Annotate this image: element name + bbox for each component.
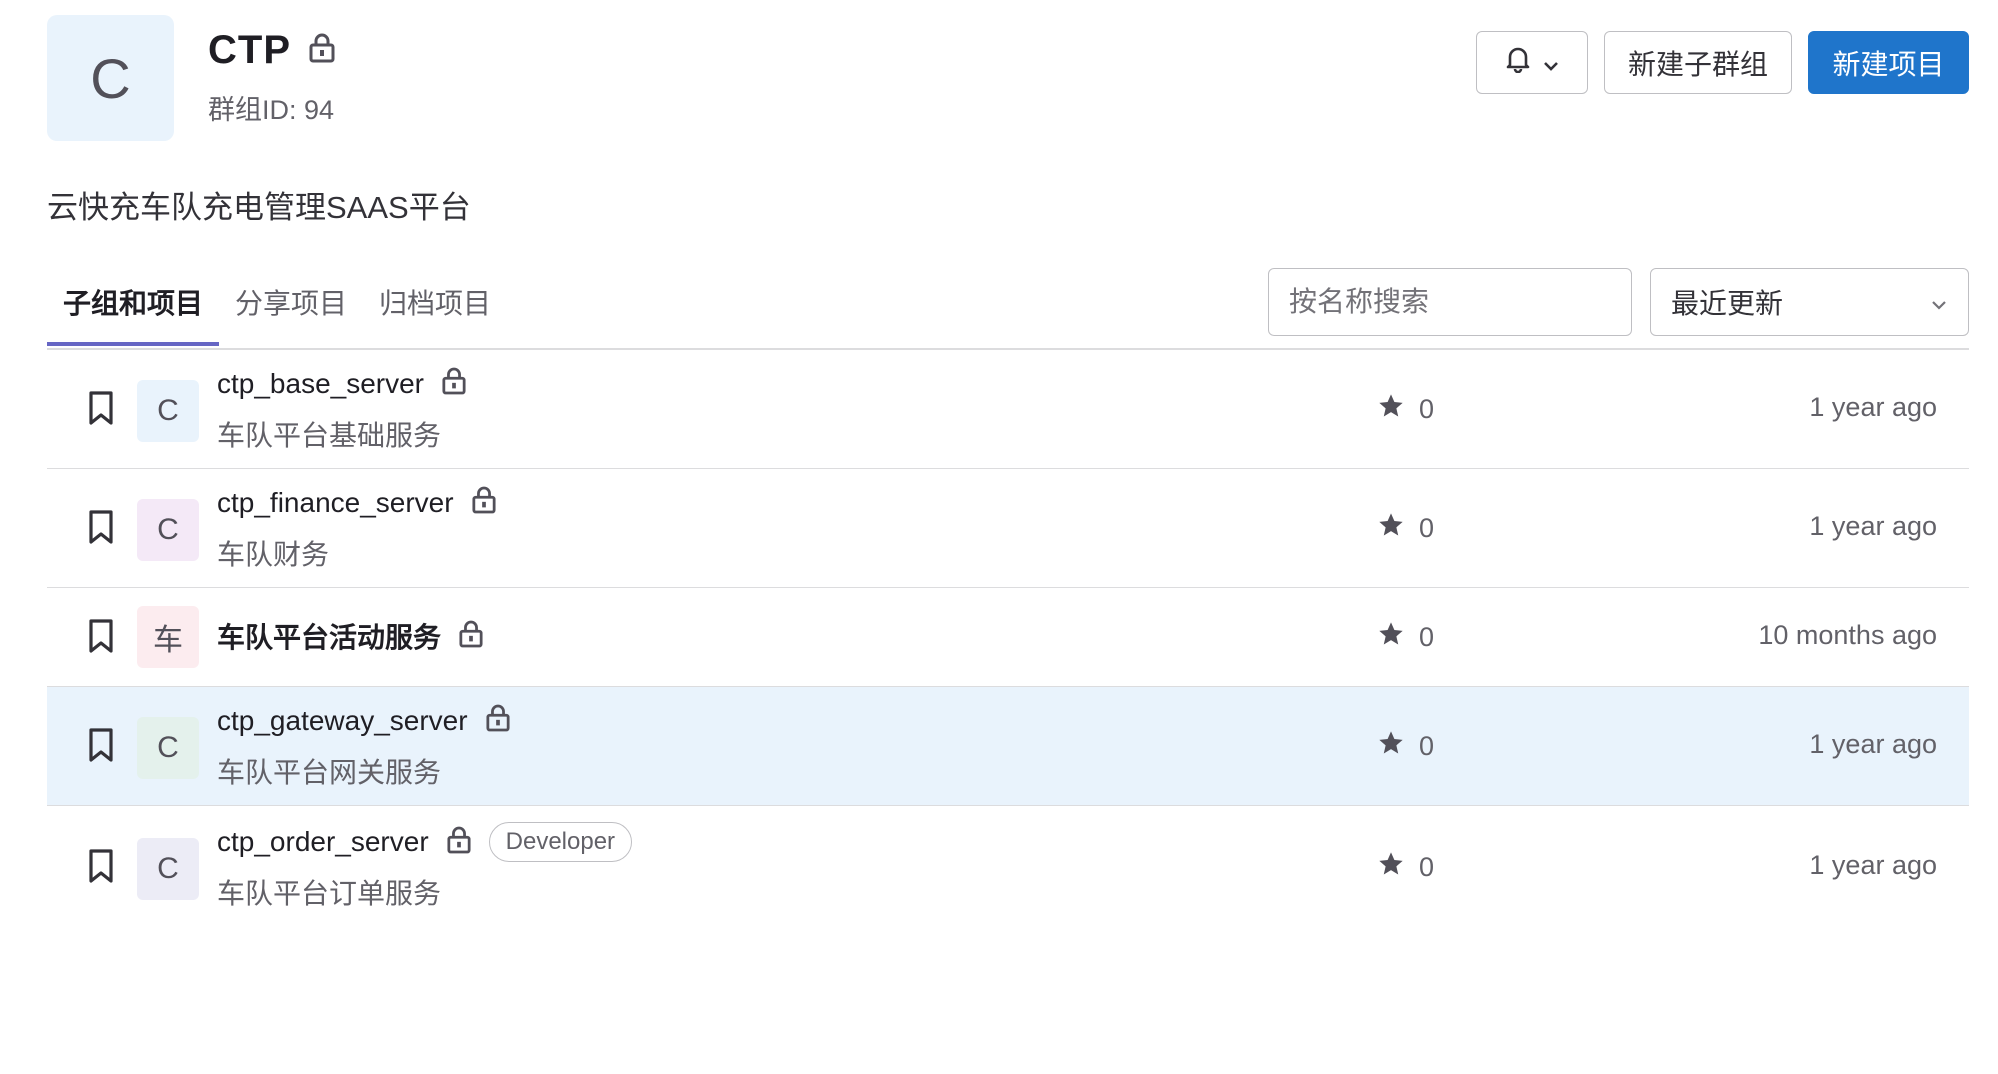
- project-description: 车队财务: [217, 539, 330, 570]
- lock-icon: [442, 366, 466, 401]
- group-description: 云快充车队充电管理SAAS平台: [47, 190, 471, 225]
- last-updated: 1 year ago: [1809, 511, 1937, 541]
- lock-icon: [447, 825, 471, 860]
- bookmark-icon[interactable]: [87, 618, 115, 659]
- chevron-down-icon: [1543, 47, 1559, 79]
- list-item[interactable]: C ctp_gateway_server 车队平台网关服务 0 1 year a…: [47, 687, 1969, 806]
- bookmark-icon[interactable]: [87, 727, 115, 768]
- star-count[interactable]: 0: [1377, 620, 1434, 655]
- new-subgroup-button[interactable]: 新建子群组: [1604, 31, 1792, 94]
- new-project-button[interactable]: 新建项目: [1808, 31, 1969, 94]
- search-input[interactable]: [1268, 268, 1632, 336]
- project-name[interactable]: ctp_base_server: [217, 368, 424, 400]
- project-name[interactable]: ctp_order_server: [217, 826, 429, 858]
- lock-icon: [486, 703, 510, 738]
- last-updated: 10 months ago: [1758, 620, 1937, 650]
- notification-dropdown-button[interactable]: [1476, 31, 1588, 94]
- project-list: C ctp_base_server 车队平台基础服务 0 1 year ago …: [47, 350, 1969, 926]
- star-icon: [1377, 511, 1405, 546]
- star-icon: [1377, 620, 1405, 655]
- tab-archived-projects[interactable]: 归档项目: [363, 262, 507, 346]
- list-item[interactable]: C ctp_finance_server 车队财务 0 1 year ago: [47, 469, 1969, 588]
- list-item[interactable]: 车 车队平台活动服务 0 10 months ago: [47, 588, 1969, 687]
- project-avatar: C: [137, 838, 199, 900]
- group-id: 群组ID: 94: [208, 95, 335, 125]
- bookmark-icon[interactable]: [87, 390, 115, 431]
- project-avatar: 车: [137, 606, 199, 668]
- role-badge: Developer: [488, 822, 633, 862]
- last-updated: 1 year ago: [1809, 392, 1937, 422]
- group-title: CTP: [208, 28, 335, 73]
- star-count[interactable]: 0: [1377, 729, 1434, 764]
- project-description: 车队平台基础服务: [217, 420, 442, 451]
- bookmark-icon[interactable]: [87, 848, 115, 889]
- bell-icon: [1505, 45, 1531, 80]
- project-name[interactable]: ctp_gateway_server: [217, 705, 468, 737]
- star-count[interactable]: 0: [1377, 850, 1434, 885]
- project-description: 车队平台订单服务: [217, 878, 442, 909]
- group-avatar: C: [47, 15, 174, 141]
- chevron-down-icon: [1930, 286, 1948, 318]
- project-description: 车队平台网关服务: [217, 757, 442, 788]
- project-name[interactable]: ctp_finance_server: [217, 487, 454, 519]
- project-avatar: C: [137, 499, 199, 561]
- tab-subgroups-and-projects[interactable]: 子组和项目: [47, 262, 220, 346]
- lock-icon: [459, 619, 483, 654]
- list-item[interactable]: C ctp_order_server Developer 车队平台订单服务 0 …: [47, 806, 1969, 926]
- project-avatar: C: [137, 717, 199, 779]
- tab-shared-projects[interactable]: 分享项目: [219, 262, 363, 346]
- star-icon: [1377, 729, 1405, 764]
- group-name[interactable]: CTP: [208, 28, 291, 73]
- star-count[interactable]: 0: [1377, 392, 1434, 427]
- star-icon: [1377, 392, 1405, 427]
- star-icon: [1377, 850, 1405, 885]
- list-item[interactable]: C ctp_base_server 车队平台基础服务 0 1 year ago: [47, 350, 1969, 469]
- star-count[interactable]: 0: [1377, 511, 1434, 546]
- sort-dropdown[interactable]: 最近更新: [1650, 268, 1969, 336]
- bookmark-icon[interactable]: [87, 509, 115, 550]
- lock-icon: [309, 33, 335, 68]
- lock-icon: [472, 485, 496, 520]
- group-page: C CTP 群组ID: 94 新建子群组 新建项目 云快充车队充电管理SAAS平…: [0, 0, 1998, 1074]
- project-avatar: C: [137, 380, 199, 442]
- last-updated: 1 year ago: [1809, 729, 1937, 759]
- project-name[interactable]: 车队平台活动服务: [217, 616, 441, 656]
- group-tabs: 子组和项目 分享项目 归档项目: [47, 262, 507, 346]
- last-updated: 1 year ago: [1809, 850, 1937, 880]
- sort-selected-label: 最近更新: [1671, 288, 1784, 319]
